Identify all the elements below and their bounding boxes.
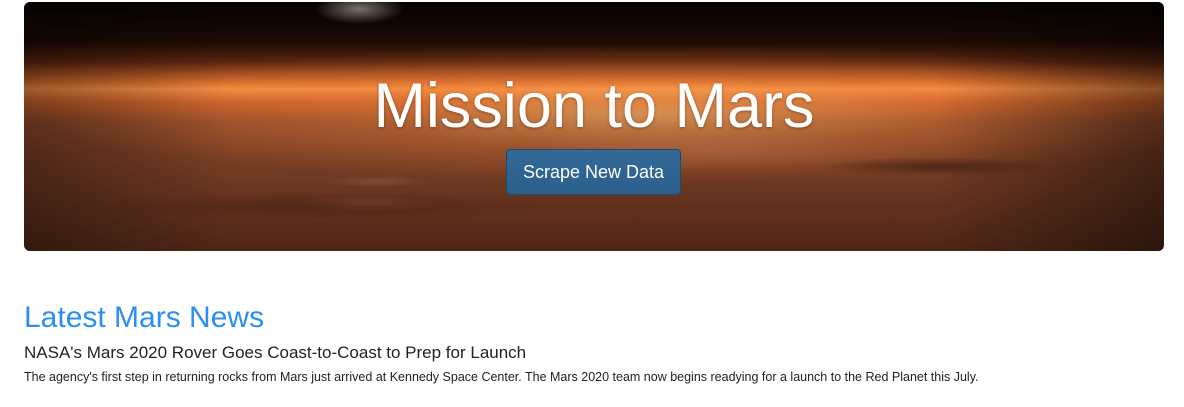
page-title: Mission to Mars [373, 71, 815, 141]
news-paragraph: The agency's first step in returning roc… [24, 370, 979, 384]
news-title: NASA's Mars 2020 Rover Goes Coast-to-Coa… [24, 343, 527, 362]
scrape-new-data-button[interactable]: Scrape New Data [506, 149, 681, 195]
hero-banner: Mission to Mars Scrape New Data [24, 2, 1164, 251]
page: Mission to Mars Scrape New Data Latest M… [0, 0, 1184, 407]
latest-news-section: Latest Mars News NASA's Mars 2020 Rover … [24, 298, 1164, 386]
latest-news-heading: Latest Mars News [24, 301, 265, 334]
